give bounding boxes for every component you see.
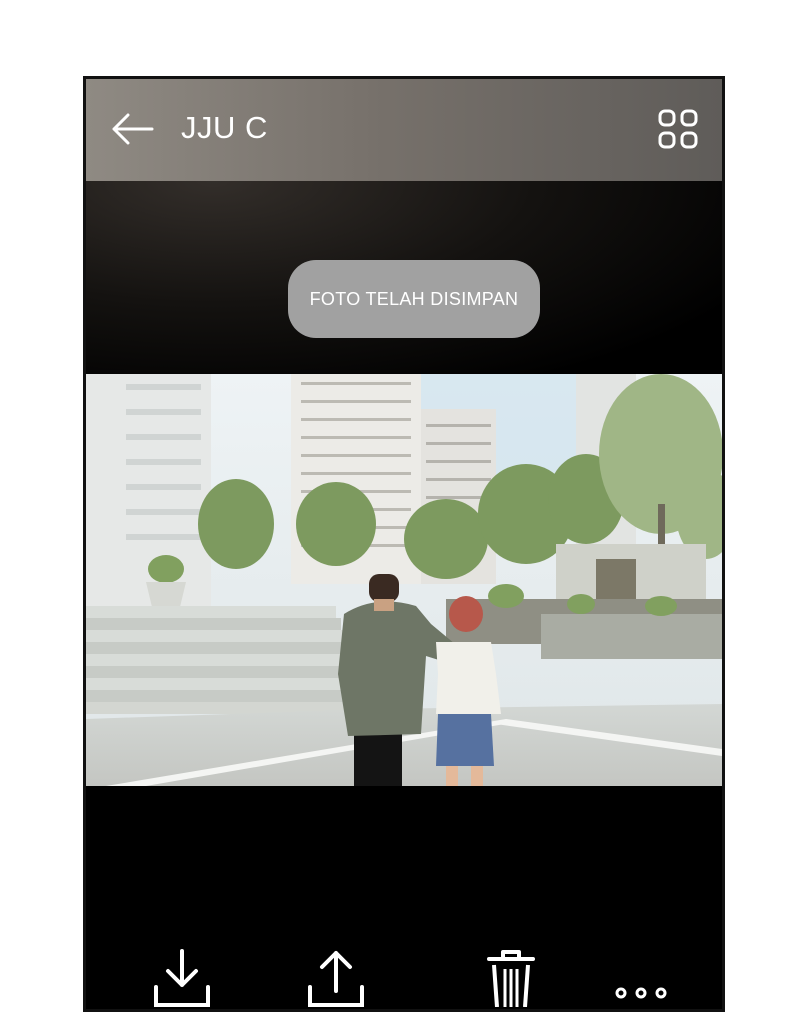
share-icon — [308, 951, 364, 1007]
more-icon — [615, 987, 667, 999]
arrow-left-icon — [112, 113, 154, 145]
saved-toast: FOTO TELAH DISIMPAN — [288, 260, 540, 338]
delete-button[interactable] — [476, 947, 546, 1009]
gallery-grid-button[interactable] — [652, 103, 704, 155]
saved-photo[interactable] — [86, 374, 722, 786]
bottom-toolbar — [86, 939, 722, 1009]
phone-screen: JJU C FOTO TELAH DISIMPAN — [83, 76, 725, 1012]
download-button[interactable] — [147, 947, 217, 1009]
download-icon — [154, 949, 210, 1007]
back-button[interactable] — [108, 109, 156, 149]
trash-icon — [487, 950, 535, 1007]
share-button[interactable] — [301, 947, 371, 1009]
page-title: JJU C — [181, 110, 268, 145]
more-button[interactable] — [606, 947, 676, 1009]
top-bar: JJU C — [86, 79, 722, 181]
grid-icon — [658, 109, 698, 149]
